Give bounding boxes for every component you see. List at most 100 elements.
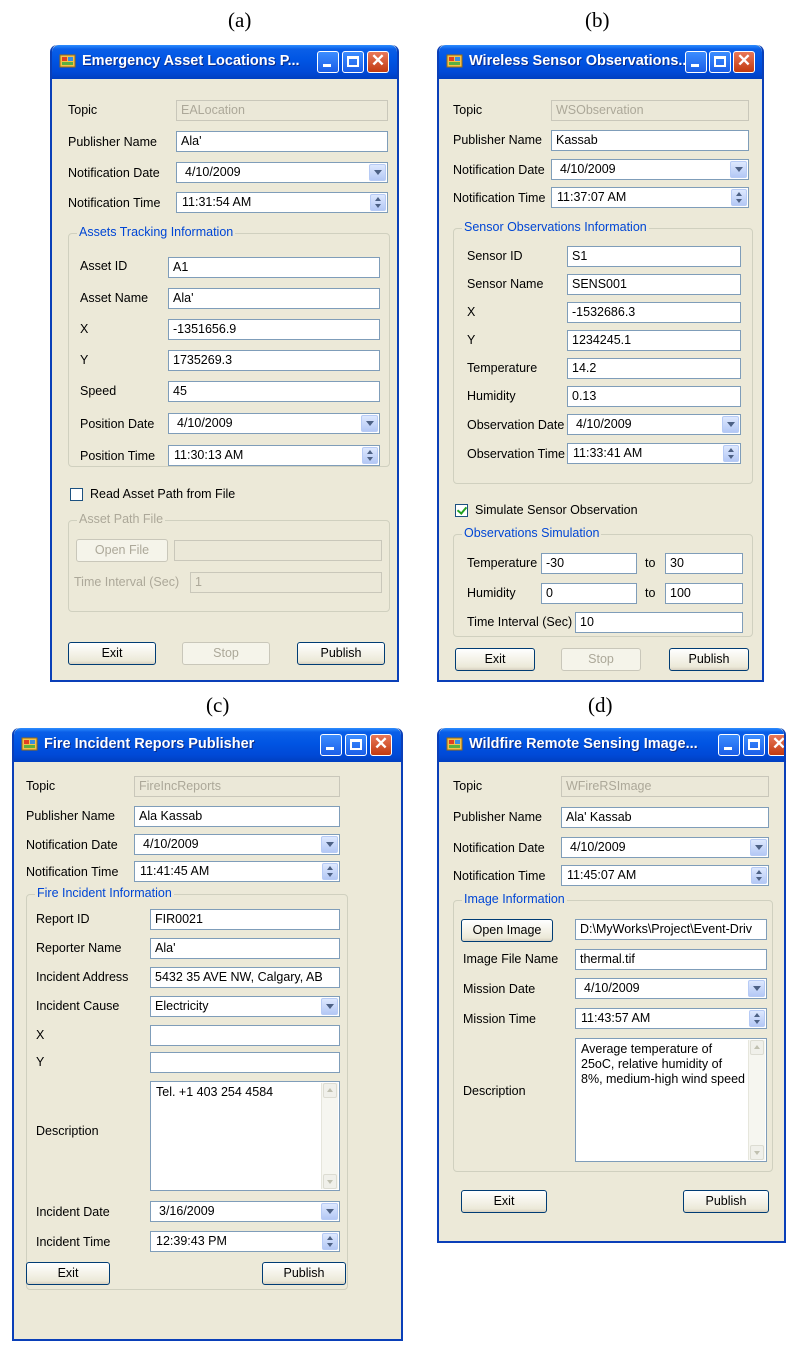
minimize-button[interactable] <box>718 734 740 756</box>
sim-interval-field[interactable]: 10 <box>575 612 743 633</box>
chevron-down-icon[interactable] <box>321 998 338 1015</box>
position-date-picker[interactable]: 4/10/2009 <box>168 413 380 434</box>
scrollbar[interactable] <box>321 1083 338 1189</box>
stop-button[interactable]: Stop <box>561 648 641 671</box>
speed-field[interactable]: 45 <box>168 381 380 402</box>
sensor-id-field[interactable]: S1 <box>567 246 741 267</box>
notification-date-picker[interactable]: 4/10/2009 <box>176 162 388 183</box>
spinner-icon[interactable] <box>370 194 386 211</box>
chevron-down-icon[interactable] <box>722 416 739 433</box>
publish-button[interactable]: Publish <box>669 648 749 671</box>
notification-time-picker[interactable]: 11:37:07 AM <box>551 187 749 208</box>
maximize-button[interactable] <box>345 734 367 756</box>
report-id-field[interactable]: FIR0021 <box>150 909 340 930</box>
humidity-field[interactable]: 0.13 <box>567 386 741 407</box>
publisher-name-field[interactable]: Ala' <box>176 131 388 152</box>
exit-button[interactable]: Exit <box>68 642 156 665</box>
y-field[interactable]: 1234245.1 <box>567 330 741 351</box>
notification-date-picker[interactable]: 4/10/2009 <box>551 159 749 180</box>
notification-date-picker[interactable]: 4/10/2009 <box>134 834 340 855</box>
open-file-button[interactable]: Open File <box>76 539 168 562</box>
read-path-checkbox[interactable] <box>70 488 83 501</box>
x-field[interactable]: -1351656.9 <box>168 319 380 340</box>
temperature-field[interactable]: 14.2 <box>567 358 741 379</box>
spinner-icon[interactable] <box>322 1233 338 1250</box>
position-time-picker[interactable]: 11:30:13 AM <box>168 445 380 466</box>
close-button[interactable]: ✕ <box>367 51 389 73</box>
minimize-button[interactable] <box>685 51 707 73</box>
incident-time-picker[interactable]: 12:39:43 PM <box>150 1231 340 1252</box>
observation-time-picker[interactable]: 11:33:41 AM <box>567 443 741 464</box>
description-textarea[interactable]: Average temperature of 25oC, relative hu… <box>575 1038 767 1162</box>
chevron-down-icon[interactable] <box>321 1203 338 1220</box>
incident-date-picker[interactable]: 3/16/2009 <box>150 1201 340 1222</box>
publish-button[interactable]: Publish <box>262 1262 346 1285</box>
image-path-field[interactable]: D:\MyWorks\Project\Event-Driv <box>575 919 767 940</box>
title-bar[interactable]: Emergency Asset Locations P... ✕ <box>52 45 397 79</box>
maximize-button[interactable] <box>709 51 731 73</box>
notification-date-picker[interactable]: 4/10/2009 <box>561 837 769 858</box>
title-bar[interactable]: Wildfire Remote Sensing Image... ✕ <box>439 728 784 762</box>
maximize-button[interactable] <box>342 51 364 73</box>
sensor-name-field[interactable]: SENS001 <box>567 274 741 295</box>
publish-button[interactable]: Publish <box>683 1190 769 1213</box>
chevron-down-icon[interactable] <box>750 839 767 856</box>
mission-time-picker[interactable]: 11:43:57 AM <box>575 1008 767 1029</box>
sim-humidity-to-field[interactable]: 100 <box>665 583 743 604</box>
close-button[interactable]: ✕ <box>768 734 784 756</box>
y-field[interactable]: 1735269.3 <box>168 350 380 371</box>
chevron-down-icon[interactable] <box>748 980 765 997</box>
spinner-icon[interactable] <box>751 867 767 884</box>
sim-temperature-from-field[interactable]: -30 <box>541 553 637 574</box>
scroll-down-icon[interactable] <box>750 1145 764 1160</box>
publisher-name-field[interactable]: Ala' Kassab <box>561 807 769 828</box>
scroll-up-icon[interactable] <box>750 1040 764 1055</box>
scrollbar[interactable] <box>748 1040 765 1160</box>
stop-button[interactable]: Stop <box>182 642 270 665</box>
notification-date-label: Notification Date <box>26 838 118 852</box>
close-button[interactable]: ✕ <box>370 734 392 756</box>
title-bar[interactable]: Fire Incident Repors Publisher ✕ <box>14 728 401 762</box>
sim-temperature-to-field[interactable]: 30 <box>665 553 743 574</box>
chevron-down-icon[interactable] <box>361 415 378 432</box>
description-textarea[interactable]: Tel. +1 403 254 4584 <box>150 1081 340 1191</box>
minimize-button[interactable] <box>317 51 339 73</box>
exit-button[interactable]: Exit <box>461 1190 547 1213</box>
reporter-name-field[interactable]: Ala' <box>150 938 340 959</box>
y-field[interactable] <box>150 1052 340 1073</box>
close-button[interactable]: ✕ <box>733 51 755 73</box>
spinner-icon[interactable] <box>362 447 378 464</box>
spinner-icon[interactable] <box>731 189 747 206</box>
scroll-down-icon[interactable] <box>323 1174 337 1189</box>
notification-time-picker[interactable]: 11:31:54 AM <box>176 192 388 213</box>
publisher-name-field[interactable]: Ala Kassab <box>134 806 340 827</box>
notification-time-picker[interactable]: 11:41:45 AM <box>134 861 340 882</box>
publisher-name-field[interactable]: Kassab <box>551 130 749 151</box>
exit-button[interactable]: Exit <box>455 648 535 671</box>
asset-name-field[interactable]: Ala' <box>168 288 380 309</box>
chevron-down-icon[interactable] <box>369 164 386 181</box>
x-field[interactable] <box>150 1025 340 1046</box>
x-field[interactable]: -1532686.3 <box>567 302 741 323</box>
spinner-icon[interactable] <box>749 1010 765 1027</box>
scroll-up-icon[interactable] <box>323 1083 337 1098</box>
asset-id-field[interactable]: A1 <box>168 257 380 278</box>
chevron-down-icon[interactable] <box>321 836 338 853</box>
exit-button[interactable]: Exit <box>26 1262 110 1285</box>
chevron-down-icon[interactable] <box>730 161 747 178</box>
publish-button[interactable]: Publish <box>297 642 385 665</box>
image-file-name-field[interactable]: thermal.tif <box>575 949 767 970</box>
mission-date-picker[interactable]: 4/10/2009 <box>575 978 767 999</box>
observation-date-picker[interactable]: 4/10/2009 <box>567 414 741 435</box>
sim-humidity-from-field[interactable]: 0 <box>541 583 637 604</box>
incident-address-field[interactable]: 5432 35 AVE NW, Calgary, AB <box>150 967 340 988</box>
spinner-icon[interactable] <box>322 863 338 880</box>
title-bar[interactable]: Wireless Sensor Observations... ✕ <box>439 45 762 79</box>
minimize-button[interactable] <box>320 734 342 756</box>
notification-time-picker[interactable]: 11:45:07 AM <box>561 865 769 886</box>
maximize-button[interactable] <box>743 734 765 756</box>
incident-cause-select[interactable]: Electricity <box>150 996 340 1017</box>
simulate-checkbox[interactable] <box>455 504 468 517</box>
open-image-button[interactable]: Open Image <box>461 919 553 942</box>
spinner-icon[interactable] <box>723 445 739 462</box>
